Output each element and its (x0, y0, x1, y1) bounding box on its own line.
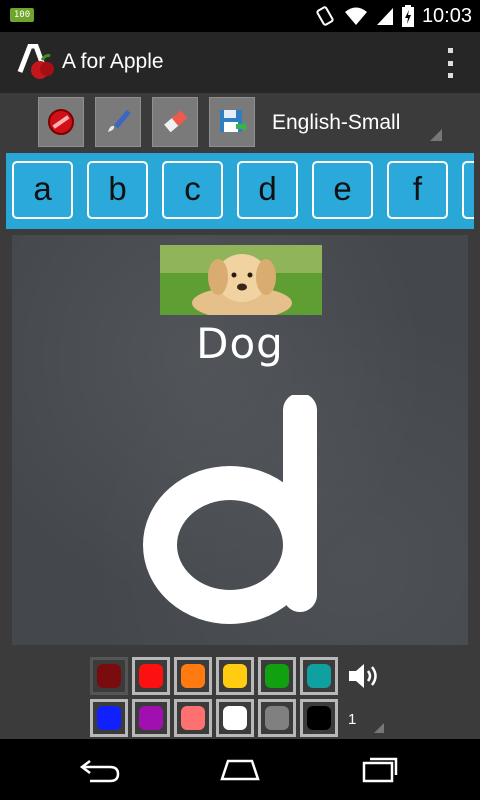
letter-tile-e[interactable]: e (312, 161, 373, 219)
rotate-icon (316, 6, 334, 26)
letter-tile-a[interactable]: a (12, 161, 73, 219)
save-icon (220, 110, 247, 132)
app-body: English-Small a b c d e f Dog 1 (0, 93, 480, 739)
wifi-icon (344, 7, 367, 25)
color-swatch-black[interactable] (300, 699, 338, 737)
clock: 10:03 (421, 4, 472, 27)
color-palette: 1 (0, 649, 480, 739)
letter-tile-b[interactable]: b (87, 161, 148, 219)
brush-icon (108, 109, 131, 132)
letter-tile-c[interactable]: c (162, 161, 223, 219)
status-bar: 100 10:03 (0, 0, 480, 32)
recents-icon[interactable] (356, 753, 404, 785)
color-swatch-purple[interactable] (132, 699, 170, 737)
color-swatch-green[interactable] (258, 657, 296, 695)
brush-size-value: 1 (348, 711, 357, 728)
app-title: A for Apple (62, 50, 164, 73)
letter-tile-partial[interactable] (462, 161, 474, 219)
spinner-arrow-icon (374, 723, 384, 733)
language-label: English-Small (272, 111, 401, 134)
save-button[interactable] (209, 97, 255, 147)
brush-button[interactable] (95, 97, 141, 147)
word-label: Dog (196, 319, 284, 368)
color-swatch-white[interactable] (216, 699, 254, 737)
app-logo-icon (16, 43, 56, 80)
clear-button[interactable] (38, 97, 84, 147)
color-swatch-orange[interactable] (174, 657, 212, 695)
color-swatch-red[interactable] (132, 657, 170, 695)
letter-tile-d[interactable]: d (237, 161, 298, 219)
home-icon[interactable] (216, 753, 264, 785)
eraser-icon (164, 110, 188, 133)
signal-icon (376, 8, 393, 25)
color-swatch-teal[interactable] (300, 657, 338, 695)
dog-photo (160, 245, 322, 315)
language-spinner[interactable]: English-Small (266, 101, 446, 145)
eraser-button[interactable] (152, 97, 198, 147)
speaker-icon[interactable] (346, 661, 382, 691)
battery-icon (401, 5, 414, 27)
color-swatch-yellow[interactable] (216, 657, 254, 695)
brush-size-spinner[interactable]: 1 (348, 705, 388, 735)
overflow-menu-icon[interactable] (446, 48, 454, 78)
back-icon[interactable] (76, 753, 124, 785)
color-swatch-gray[interactable] (258, 699, 296, 737)
notification-badge-icon: 100 (10, 8, 34, 22)
navigation-bar (0, 739, 480, 800)
drawing-board[interactable]: Dog (12, 235, 468, 645)
color-swatch-maroon[interactable] (90, 657, 128, 695)
status-icons: 10:03 (314, 0, 472, 32)
traced-letter (132, 393, 352, 625)
action-bar: A for Apple (0, 32, 480, 93)
color-swatch-pink[interactable] (174, 699, 212, 737)
letter-strip[interactable]: a b c d e f (6, 153, 474, 229)
clear-icon (48, 109, 74, 135)
spinner-arrow-icon (430, 129, 442, 141)
letter-tile-f[interactable]: f (387, 161, 448, 219)
color-swatch-blue[interactable] (90, 699, 128, 737)
toolbar: English-Small (0, 93, 480, 153)
